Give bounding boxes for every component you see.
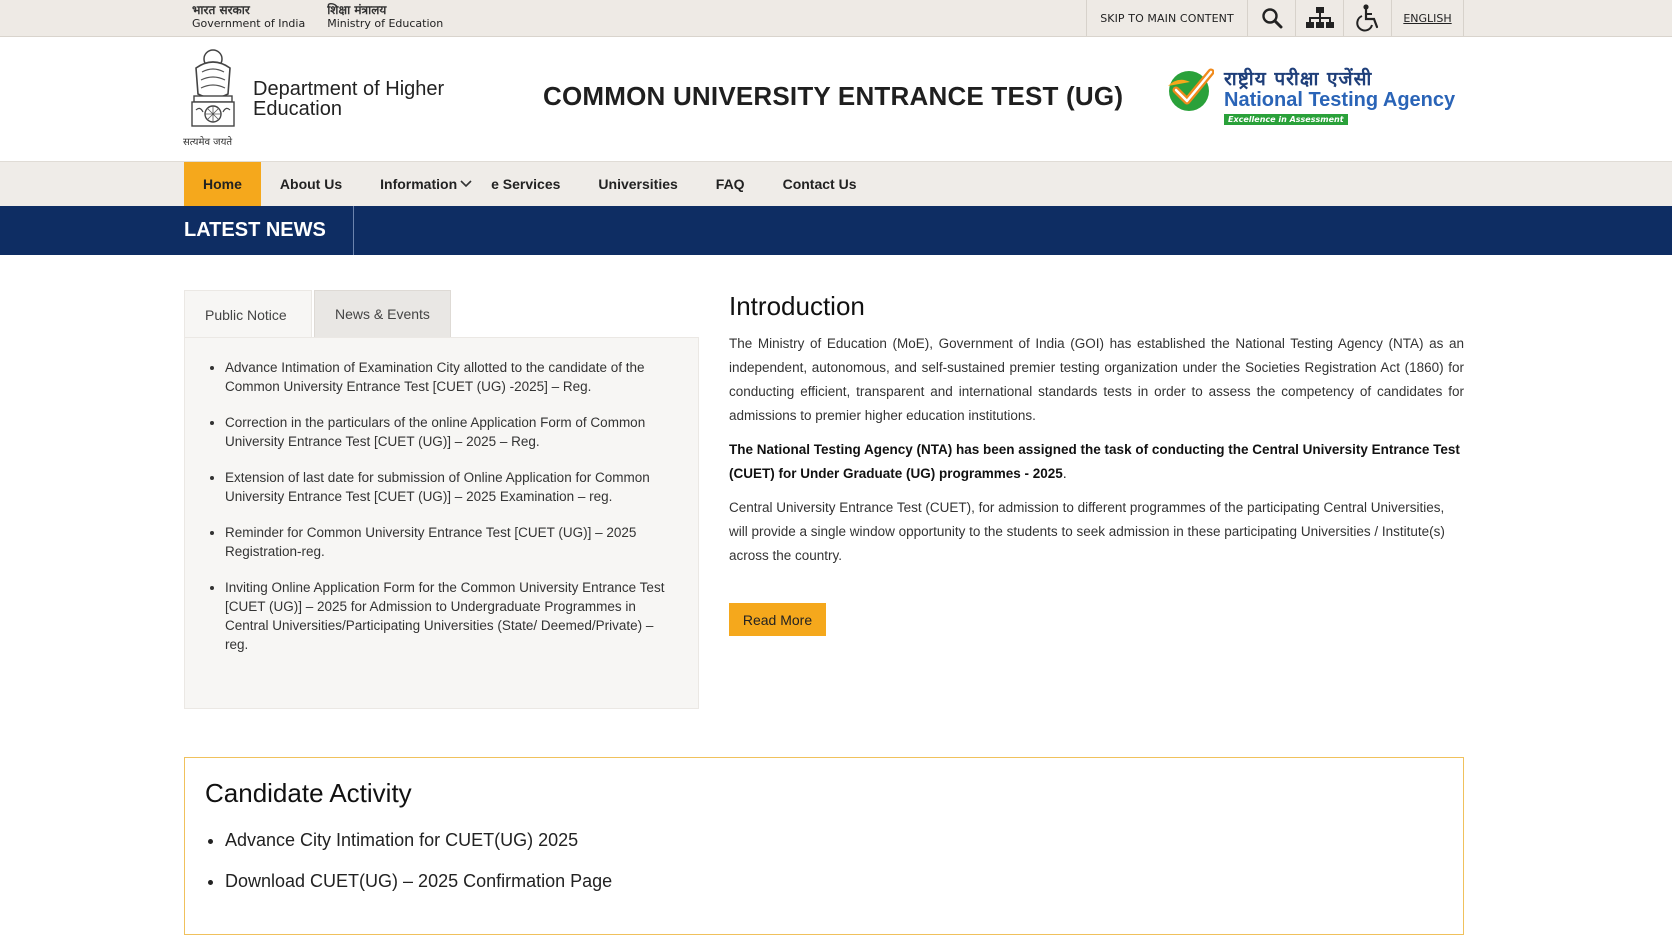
department-name[interactable]: Department of Higher Education bbox=[253, 79, 483, 119]
nav-label: About Us bbox=[279, 176, 343, 192]
gov-identity: भारत सरकार Government of India शिक्षा मं… bbox=[192, 3, 444, 31]
chevron-down-icon bbox=[460, 180, 472, 188]
sitemap-icon bbox=[1305, 7, 1334, 28]
candidate-activity-link[interactable]: Download CUET(UG) – 2025 Confirmation Pa… bbox=[225, 869, 612, 893]
candidate-activity-heading: Candidate Activity bbox=[205, 778, 412, 808]
nav-label: e Services bbox=[491, 176, 561, 192]
search-button[interactable] bbox=[1248, 0, 1296, 36]
nav-home[interactable]: Home bbox=[184, 162, 261, 206]
accessibility-icon bbox=[1355, 4, 1378, 32]
introduction-heading: Introduction bbox=[729, 291, 865, 321]
introduction-highlight: The National Testing Agency (NTA) has be… bbox=[729, 438, 1464, 486]
nta-hindi-name: राष्ट्रीय परीक्षा एजेंसी bbox=[1224, 68, 1373, 90]
ministry-english-label: Ministry of Education bbox=[327, 17, 444, 30]
introduction-paragraph-cuet: Central University Entrance Test (CUET),… bbox=[729, 500, 1445, 563]
read-more-button[interactable]: Read More bbox=[729, 603, 826, 636]
nav-e-services[interactable]: e Services bbox=[478, 162, 579, 206]
government-of-india-link[interactable]: भारत सरकार Government of India bbox=[192, 3, 306, 31]
nav-universities[interactable]: Universities bbox=[579, 162, 696, 206]
main-navigation: Home About Us Information e Services Uni… bbox=[0, 161, 1672, 206]
ministry-hindi-label: शिक्षा मंत्रालय bbox=[327, 3, 387, 17]
nta-tagline: Excellence in Assessment bbox=[1224, 114, 1348, 125]
notice-tabs: Public Notice News & Events bbox=[184, 290, 451, 338]
site-header: सत्यमेव जयते Department of Higher Educat… bbox=[0, 37, 1672, 161]
nav-label: Universities bbox=[598, 176, 678, 192]
sitemap-button[interactable] bbox=[1296, 0, 1344, 36]
gov-top-bar: भारत सरकार Government of India शिक्षा मं… bbox=[0, 0, 1672, 37]
nav-about-us[interactable]: About Us bbox=[261, 162, 361, 206]
language-selector[interactable]: ENGLISH bbox=[1392, 0, 1464, 36]
emblem-motto: सत्यमेव जयते bbox=[183, 137, 233, 148]
candidate-activity-box: Candidate Activity Advance City Intimati… bbox=[184, 757, 1464, 935]
notice-item[interactable]: Inviting Online Application Form for the… bbox=[225, 578, 678, 654]
accessibility-button[interactable] bbox=[1344, 0, 1392, 36]
nav-label: Information bbox=[380, 176, 458, 192]
nav-faq[interactable]: FAQ bbox=[697, 162, 764, 206]
ministry-of-education-link[interactable]: शिक्षा मंत्रालय Ministry of Education bbox=[327, 3, 444, 31]
nav-label: Home bbox=[203, 176, 242, 192]
notice-item[interactable]: Extension of last date for submission of… bbox=[225, 468, 678, 506]
nta-english-name: National Testing Agency bbox=[1224, 89, 1456, 111]
utility-links: SKIP TO MAIN CONTENT ENGLISH bbox=[1086, 0, 1464, 36]
latest-news-bar: LATEST NEWS bbox=[0, 206, 1672, 255]
public-notice-panel: Advance Intimation of Examination City a… bbox=[184, 337, 699, 709]
tab-public-notice[interactable]: Public Notice bbox=[184, 290, 312, 338]
candidate-activity-link[interactable]: Advance City Intimation for CUET(UG) 202… bbox=[225, 828, 612, 852]
gov-english-label: Government of India bbox=[192, 17, 306, 30]
notice-item[interactable]: Reminder for Common University Entrance … bbox=[225, 523, 678, 561]
notice-item[interactable]: Correction in the particulars of the onl… bbox=[225, 413, 678, 451]
nav-label: Contact Us bbox=[782, 176, 857, 192]
search-icon bbox=[1261, 8, 1282, 29]
page-title: COMMON UNIVERSITY ENTRANCE TEST (UG) bbox=[543, 81, 1124, 111]
highlight-end: . bbox=[1062, 466, 1067, 481]
national-emblem-icon bbox=[191, 49, 235, 127]
nav-information[interactable]: Information bbox=[361, 162, 478, 206]
latest-news-label: LATEST NEWS bbox=[184, 206, 354, 255]
skip-to-main-content-link[interactable]: SKIP TO MAIN CONTENT bbox=[1087, 0, 1248, 36]
nav-contact-us[interactable]: Contact Us bbox=[764, 162, 876, 206]
gov-hindi-label: भारत सरकार bbox=[192, 3, 250, 17]
tab-news-events[interactable]: News & Events bbox=[314, 290, 451, 338]
nav-label: FAQ bbox=[715, 176, 745, 192]
nta-check-logo-icon bbox=[1168, 68, 1214, 111]
notice-item[interactable]: Advance Intimation of Examination City a… bbox=[225, 358, 678, 396]
highlight-text: The National Testing Agency (NTA) has be… bbox=[729, 442, 1460, 481]
introduction-section: Introduction The Ministry of Education (… bbox=[729, 290, 1464, 568]
introduction-paragraph: The Ministry of Education (MoE), Governm… bbox=[729, 336, 1464, 423]
